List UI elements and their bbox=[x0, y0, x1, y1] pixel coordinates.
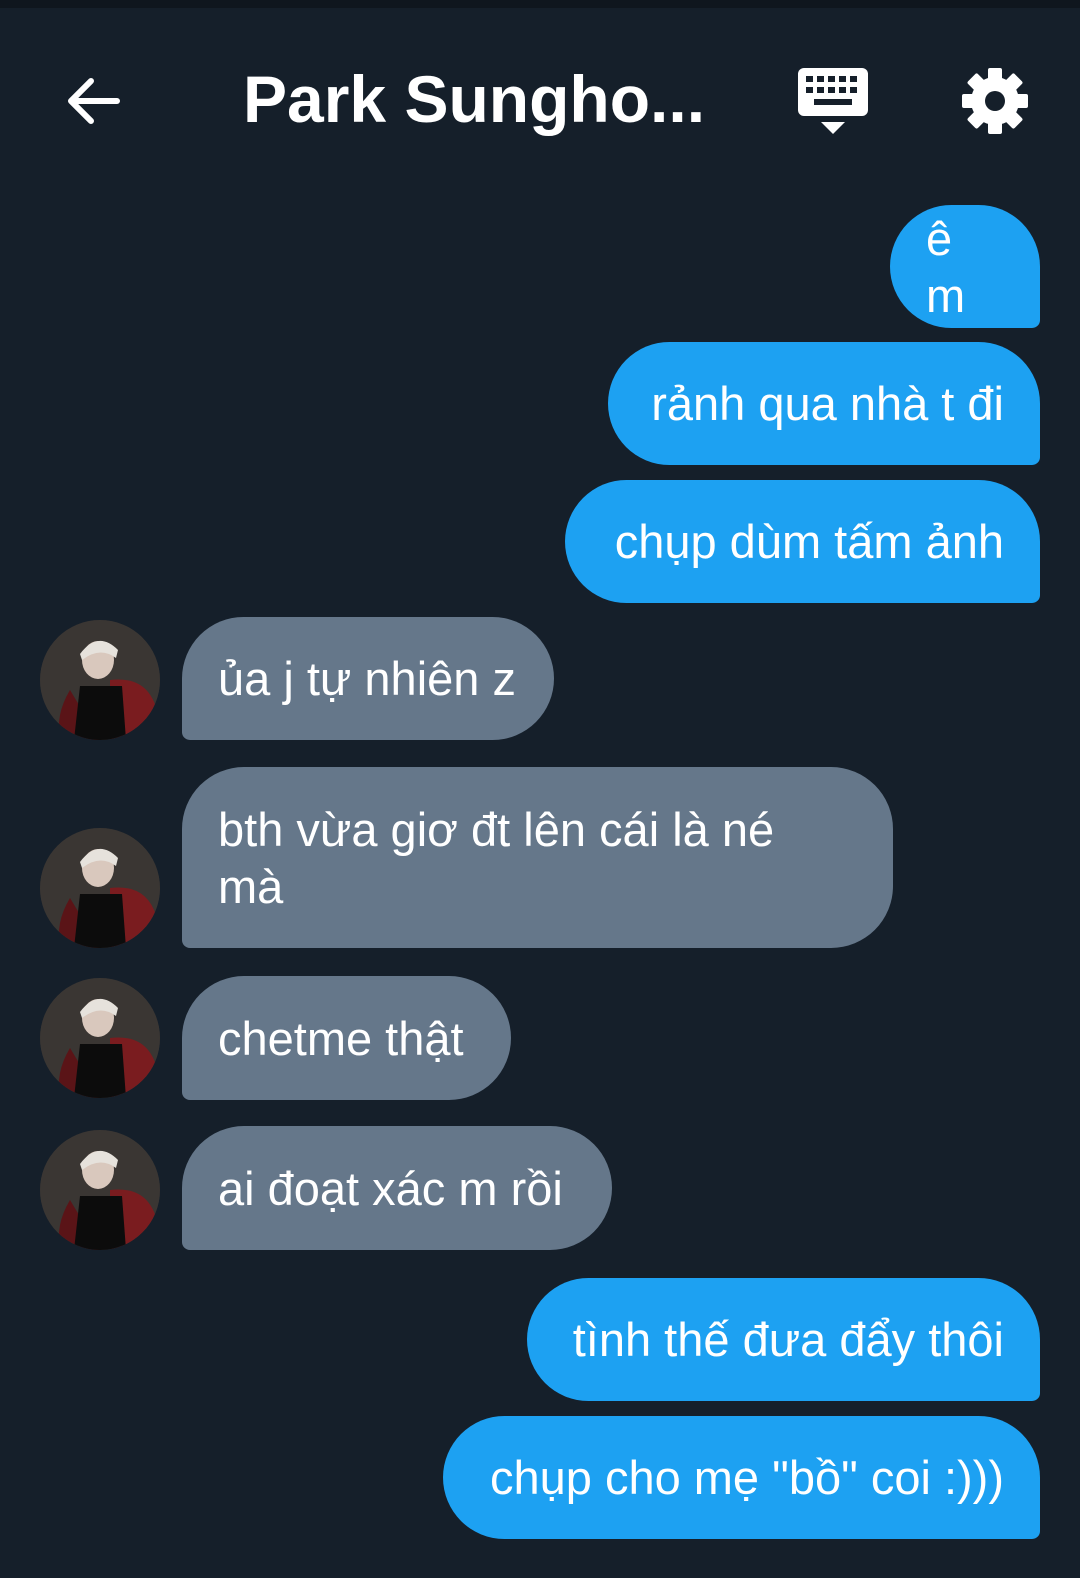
back-button[interactable] bbox=[58, 66, 128, 136]
message-bubble-received[interactable]: ai đoạt xác m rồi bbox=[182, 1126, 612, 1250]
message-text: ai đoạt xác m rồi bbox=[218, 1161, 563, 1215]
message-text: chụp dùm tấm ảnh bbox=[614, 515, 1004, 568]
avatar-image bbox=[40, 978, 160, 1098]
avatar-image bbox=[40, 1130, 160, 1250]
message-text: tình thế đưa đẩy thôi bbox=[572, 1313, 1004, 1366]
conversation-title[interactable]: Park Sungho... bbox=[243, 58, 713, 140]
message-text: chetme thật bbox=[218, 1011, 464, 1065]
message-bubble-sent[interactable]: rảnh qua nhà t đi bbox=[608, 342, 1040, 465]
message-text: ê m bbox=[926, 211, 966, 322]
message-bubble-received[interactable]: bth vừa giơ đt lên cái là né mà bbox=[182, 767, 893, 948]
chat-header: Park Sungho... bbox=[0, 40, 1080, 160]
gear-icon bbox=[962, 68, 1028, 134]
message-bubble-received[interactable]: ủa j tự nhiên z bbox=[182, 617, 554, 740]
message-bubble-sent[interactable]: chụp cho mẹ "bồ" coi :))) bbox=[443, 1416, 1040, 1539]
message-text: rảnh qua nhà t đi bbox=[651, 377, 1004, 430]
message-text: chụp cho mẹ "bồ" coi :))) bbox=[489, 1451, 1004, 1504]
avatar[interactable] bbox=[40, 620, 160, 740]
avatar[interactable] bbox=[40, 1130, 160, 1250]
message-text: bth vừa giơ đt lên cái là né mà bbox=[218, 802, 775, 913]
avatar-image bbox=[40, 828, 160, 948]
message-bubble-sent[interactable]: tình thế đưa đẩy thôi bbox=[527, 1278, 1040, 1401]
settings-button[interactable] bbox=[960, 66, 1030, 136]
arrow-left-icon bbox=[68, 78, 120, 124]
avatar-image bbox=[40, 620, 160, 740]
message-bubble-sent[interactable]: chụp dùm tấm ảnh bbox=[565, 480, 1040, 603]
keyboard-icon bbox=[798, 68, 868, 134]
chat-screen: Park Sungho... ê m rảnh qua nhà t đi chụ… bbox=[0, 0, 1080, 1578]
message-bubble-received[interactable]: chetme thật bbox=[182, 976, 511, 1100]
message-bubble-sent[interactable]: ê m bbox=[890, 205, 1040, 328]
avatar[interactable] bbox=[40, 828, 160, 948]
message-text: ủa j tự nhiên z bbox=[218, 652, 516, 705]
status-bar-edge bbox=[0, 0, 1080, 8]
keyboard-button[interactable] bbox=[796, 66, 870, 140]
avatar[interactable] bbox=[40, 978, 160, 1098]
